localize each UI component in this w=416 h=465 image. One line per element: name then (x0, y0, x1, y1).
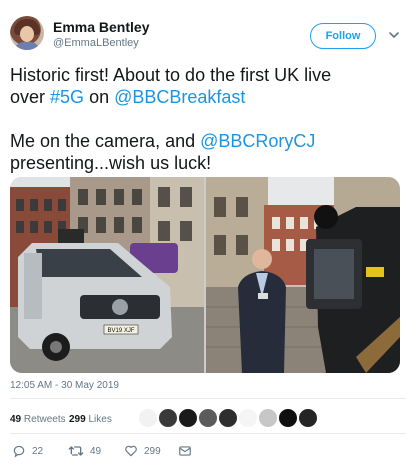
avatar[interactable] (138, 408, 158, 428)
reply-count: 22 (32, 445, 44, 457)
photo-van-street[interactable]: BV19 XJF (10, 177, 204, 373)
photo-presenter-camera[interactable] (206, 177, 400, 373)
likes-label: Likes (88, 414, 112, 425)
plate-text: BV19 XJF (107, 328, 134, 334)
retweets-count: 49 (10, 414, 22, 425)
user-name[interactable]: Emma Bentley (53, 19, 149, 35)
mention-link[interactable]: @BBCBreakfast (114, 87, 245, 107)
avatar[interactable] (278, 408, 298, 428)
retweets-stat[interactable]: 49 Retweets (10, 414, 66, 425)
tweet-media[interactable]: BV19 XJF (10, 177, 400, 373)
like-count: 299 (144, 445, 161, 457)
likes-stat[interactable]: 299 Likes (69, 414, 112, 425)
avatar[interactable] (178, 408, 198, 428)
tweet-header: Emma Bentley @EmmaLBentley Follow (10, 14, 406, 58)
avatar[interactable] (238, 408, 258, 428)
retweets-label: Retweets (23, 414, 66, 425)
tweet-text: Historic first! About to do the first UK… (10, 64, 408, 174)
tweet-text-line: Historic first! About to do the first UK… (10, 65, 332, 85)
likes-count: 299 (69, 414, 86, 425)
avatar[interactable] (258, 408, 278, 428)
tweet-text-segment: Me on the camera, and (10, 131, 201, 151)
heart-icon (125, 445, 137, 457)
reply-icon (13, 445, 25, 458)
retweet-icon (68, 446, 84, 456)
divider (10, 398, 406, 399)
divider (10, 433, 406, 434)
tweet-stats: 49 Retweets 299 Likes (10, 407, 406, 433)
tweet-text-line: presenting...wish us luck! (10, 153, 212, 173)
avatar[interactable] (218, 408, 238, 428)
avatar[interactable] (158, 408, 178, 428)
follow-button[interactable]: Follow (310, 23, 376, 49)
direct-message-button[interactable] (178, 441, 192, 461)
retweet-count: 49 (90, 445, 102, 457)
tweet-timestamp[interactable]: 12:05 AM - 30 May 2019 (10, 380, 119, 391)
like-button[interactable]: 299 (124, 441, 161, 461)
user-handle[interactable]: @EmmaLBentley (53, 37, 139, 49)
envelope-icon (179, 446, 191, 456)
mention-link[interactable]: @BBCRoryCJ (200, 131, 315, 151)
hashtag-link[interactable]: #5G (50, 87, 84, 107)
retweet-button[interactable]: 49 (68, 441, 101, 461)
avatar[interactable] (198, 408, 218, 428)
tweet-text-segment: on (84, 87, 115, 107)
avatar[interactable] (10, 16, 44, 50)
tweet-text-segment: over (10, 87, 51, 107)
tweet-actions: 22 49 299 (10, 441, 406, 461)
reply-button[interactable]: 22 (12, 441, 43, 461)
chevron-down-icon[interactable] (388, 29, 400, 41)
avatar[interactable] (298, 408, 318, 428)
